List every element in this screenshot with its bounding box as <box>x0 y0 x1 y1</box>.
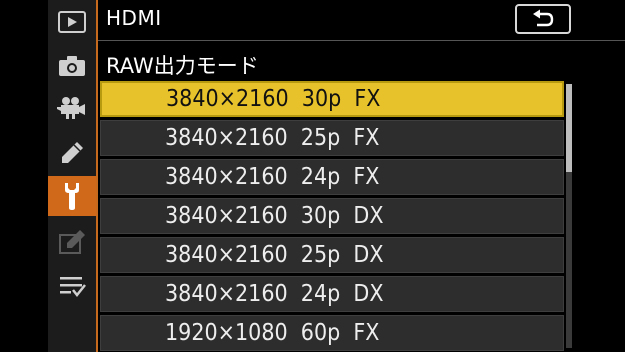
menu-tab-column <box>48 0 96 352</box>
return-arrow-icon <box>533 9 554 27</box>
retouch-icon <box>59 230 85 254</box>
list-item[interactable]: 3840×2160 24p FX <box>100 159 564 195</box>
list-item[interactable]: 1920×1080 60p FX <box>100 315 564 351</box>
back-button[interactable] <box>515 4 571 34</box>
camera-menu-screen: HDMI RAW出力モード 3840×2160 30p FX 3840×2160… <box>0 0 625 352</box>
page-title: HDMI <box>106 6 162 30</box>
tab-playback[interactable] <box>48 2 96 42</box>
menu-subtitle: RAW出力モード <box>106 54 259 78</box>
scrollbar-thumb[interactable] <box>566 84 572 172</box>
wrench-icon <box>65 183 79 210</box>
tab-my-menu[interactable] <box>48 266 96 306</box>
list-item[interactable]: 3840×2160 30p DX <box>100 198 564 234</box>
movie-camera-icon <box>57 97 85 119</box>
header-divider <box>98 40 625 41</box>
list-item[interactable]: 3840×2160 24p DX <box>100 276 564 312</box>
tab-movie-shooting[interactable] <box>48 88 96 128</box>
list-item[interactable]: 3840×2160 25p DX <box>100 237 564 273</box>
playback-icon <box>58 11 86 33</box>
my-menu-icon <box>60 277 86 298</box>
pencil-icon <box>62 142 83 163</box>
tab-setup[interactable] <box>48 176 96 216</box>
list-item-selected[interactable]: 3840×2160 30p FX <box>100 81 564 117</box>
tab-custom-settings[interactable] <box>48 133 96 173</box>
list-item[interactable]: 3840×2160 25p FX <box>100 120 564 156</box>
tab-photo-shooting[interactable] <box>48 46 96 86</box>
tab-retouch[interactable] <box>48 222 96 262</box>
tab-divider <box>96 0 98 352</box>
camera-icon <box>59 56 85 76</box>
